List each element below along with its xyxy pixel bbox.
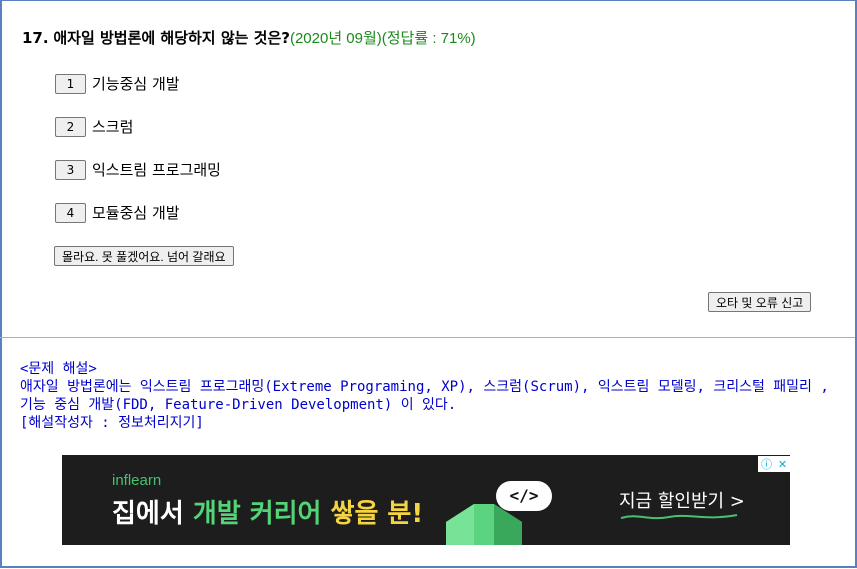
ad-logo: inflearn (112, 472, 162, 489)
question-text: 애자일 방법론에 해당하지 않는 것은? (53, 29, 290, 47)
ad-cta[interactable]: 지금 할인받기 > (619, 487, 745, 513)
option-4-button[interactable]: 4 (55, 202, 86, 223)
ad-headline-part3: 쌓을 분! (321, 499, 424, 529)
report-error-button[interactable]: 오타 및 오류 신고 (708, 292, 812, 312)
code-icon: </> (496, 481, 552, 511)
option-2-button[interactable]: 2 (55, 116, 86, 137)
question-number: 17. (22, 29, 49, 47)
option-3[interactable]: 3 익스트림 프로그래밍 (55, 159, 221, 180)
close-icon[interactable]: ✕ (778, 458, 787, 471)
ad-headline-part2: 개발 커리어 (192, 499, 322, 529)
option-1-label: 기능중심 개발 (92, 75, 180, 93)
explanation: <문제 해설> 애자일 방법론에는 익스트림 프로그래밍(Extreme Pro… (20, 360, 835, 432)
explanation-author: [해설작성자 : 정보처리지기] (20, 415, 204, 431)
option-4-label: 모듈중심 개발 (92, 204, 180, 222)
explanation-body: 애자일 방법론에는 익스트림 프로그래밍(Extreme Programing,… (20, 379, 838, 413)
ad-banner[interactable]: inflearn 집에서 개발 커리어 쌓을 분! </> 지금 할인받기 > … (62, 455, 790, 545)
explanation-heading: <문제 해설> (20, 361, 97, 377)
ad-info-controls[interactable]: ⓘ ✕ (758, 456, 790, 472)
ad-headline: 집에서 개발 커리어 쌓을 분! (112, 493, 423, 530)
squiggle-underline-icon (620, 514, 738, 520)
option-1[interactable]: 1 기능중심 개발 (55, 73, 180, 94)
info-icon[interactable]: ⓘ (761, 456, 772, 472)
option-3-button[interactable]: 3 (55, 159, 86, 180)
question-meta: (2020년 09월)(정답률 : 71%) (289, 30, 476, 47)
option-4[interactable]: 4 모듈중심 개발 (55, 202, 180, 223)
skip-button[interactable]: 몰라요. 못 풀겠어요. 넘어 갈래요 (54, 246, 234, 266)
option-3-label: 익스트림 프로그래밍 (92, 161, 221, 179)
section-divider (0, 337, 855, 338)
option-2-label: 스크럼 (92, 118, 134, 136)
option-2[interactable]: 2 스크럼 (55, 116, 133, 137)
question: 17. 애자일 방법론에 해당하지 않는 것은?(2020년 09월)(정답률 … (22, 27, 476, 48)
ad-headline-part1: 집에서 (112, 499, 193, 529)
option-1-button[interactable]: 1 (55, 73, 86, 94)
